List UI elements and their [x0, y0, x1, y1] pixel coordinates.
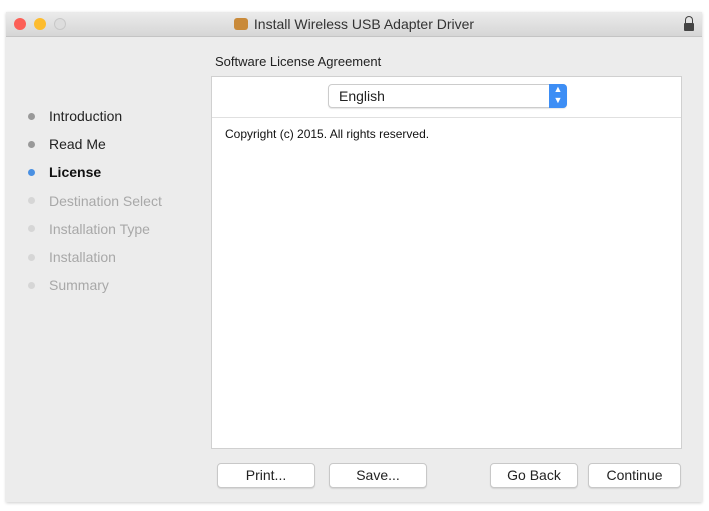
step-bullet-icon: [28, 253, 35, 261]
step-label: Summary: [49, 277, 109, 294]
language-select-value: English: [339, 88, 385, 104]
language-select[interactable]: English ▲ ▼: [328, 84, 567, 108]
step-label: Installation: [49, 249, 116, 266]
license-panel: English ▲ ▼ Copyright (c) 2015. All rights…: [211, 76, 682, 449]
license-text[interactable]: Copyright (c) 2015. All rights reserved.: [225, 127, 429, 141]
step-bullet-icon: [28, 197, 35, 205]
title-bar: Install Wireless USB Adapter Driver: [6, 12, 702, 37]
steps-sidebar: Introduction Read Me License Destination…: [28, 102, 162, 299]
step-installation: Installation: [28, 243, 162, 271]
lock-icon: [684, 16, 694, 31]
step-bullet-icon: [28, 168, 35, 176]
step-read-me: Read Me: [28, 130, 162, 158]
go-back-button[interactable]: Go Back: [490, 463, 578, 488]
step-label: Installation Type: [49, 220, 150, 237]
section-title: Software License Agreement: [215, 54, 382, 69]
step-introduction: Introduction: [28, 102, 162, 130]
step-label: Destination Select: [49, 192, 162, 209]
step-bullet-icon: [28, 225, 35, 233]
step-bullet-icon: [28, 140, 35, 148]
step-license: License: [28, 158, 162, 186]
step-summary: Summary: [28, 271, 162, 299]
package-icon: [233, 18, 248, 30]
step-label: Read Me: [49, 136, 106, 153]
save-button[interactable]: Save...: [329, 463, 427, 488]
step-bullet-icon: [28, 281, 35, 289]
step-destination-select: Destination Select: [28, 187, 162, 215]
step-bullet-icon: [28, 112, 35, 120]
step-label: License: [49, 164, 102, 181]
window-title: Install Wireless USB Adapter Driver: [253, 16, 475, 32]
continue-button[interactable]: Continue: [588, 463, 681, 488]
print-button[interactable]: Print...: [217, 463, 315, 488]
chevron-up-down-icon: ▲ ▼: [549, 84, 567, 108]
step-installation-type: Installation Type: [28, 215, 162, 243]
step-label: Introduction: [49, 108, 123, 125]
installer-window: Install Wireless USB Adapter Driver Soft…: [6, 12, 702, 502]
